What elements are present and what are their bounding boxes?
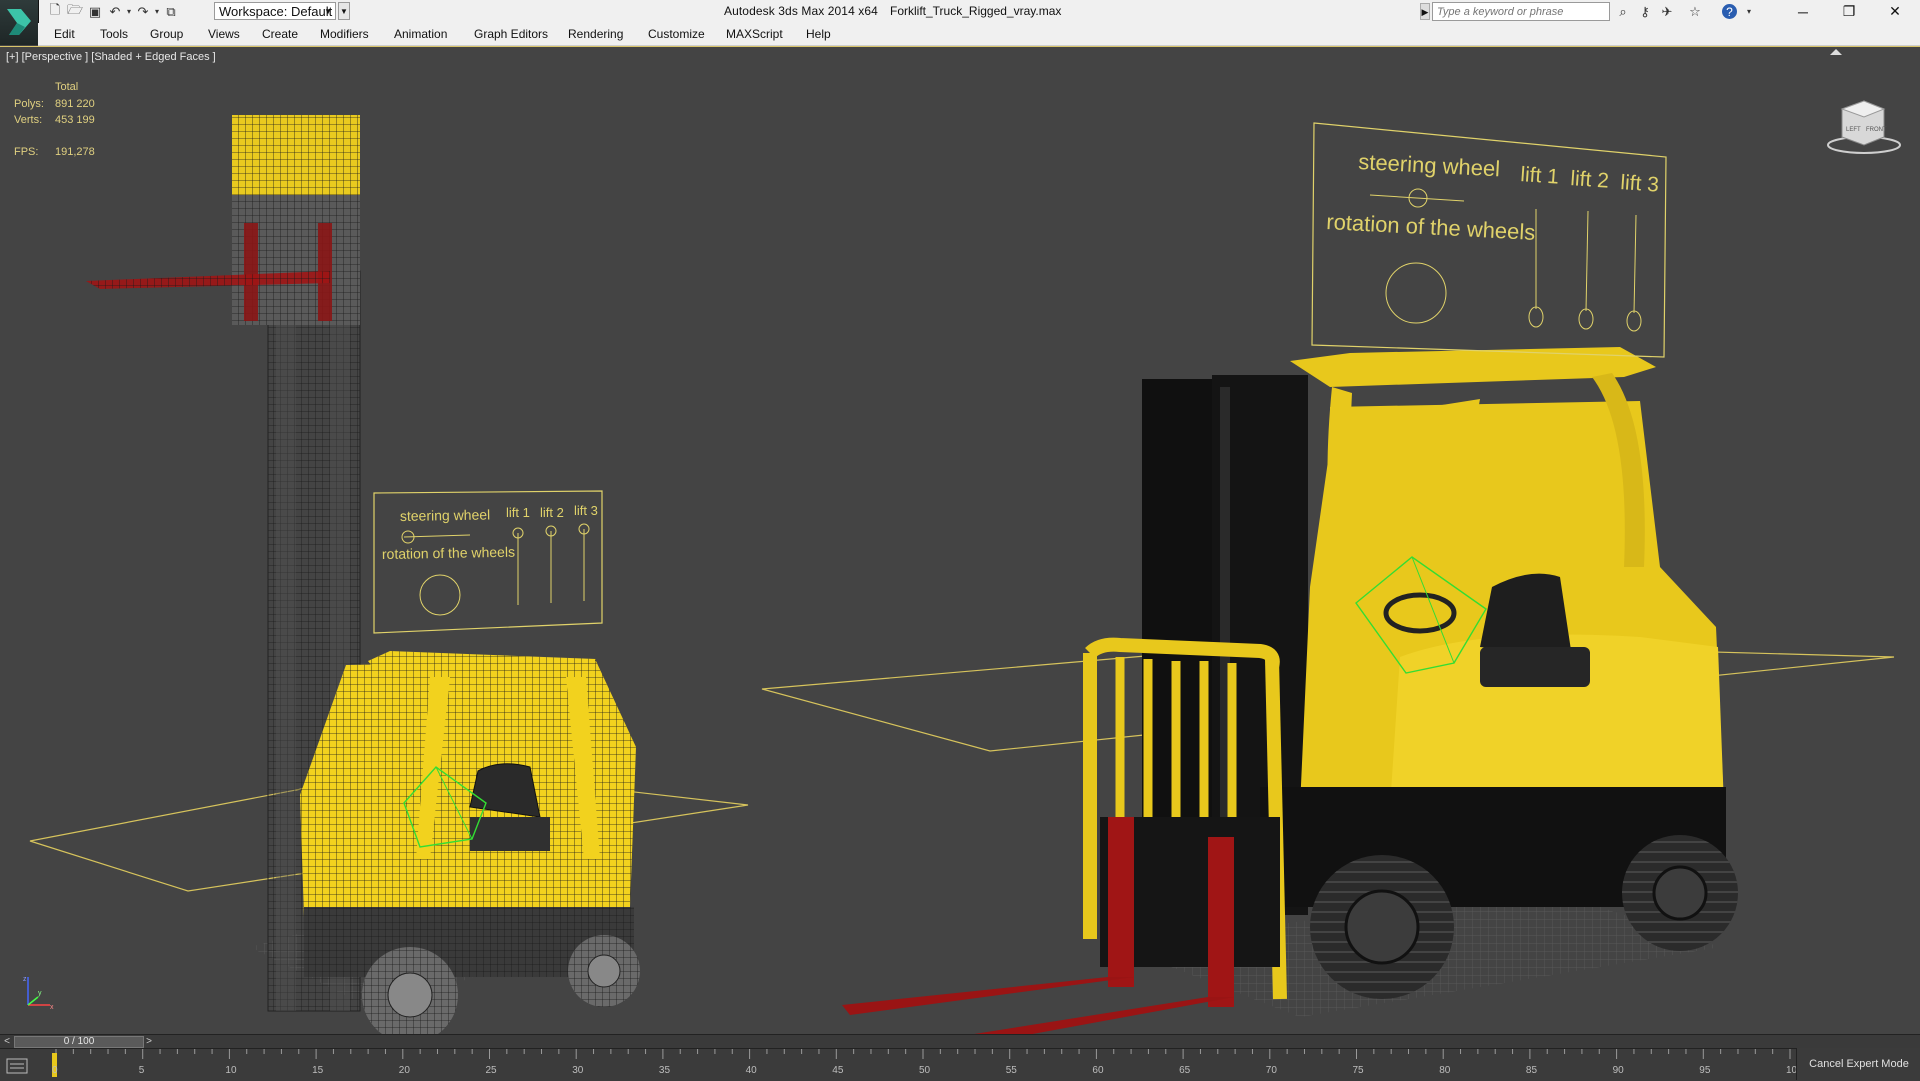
- menu-tools[interactable]: Tools: [100, 27, 128, 41]
- frame-tick-label: 50: [919, 1065, 931, 1076]
- menu-create[interactable]: Create: [262, 27, 298, 41]
- frame-tick-label: 5: [138, 1065, 145, 1076]
- track-bar[interactable]: 0 5 10 15 20 25 30 35 40 45 50 55 60 65 70 75 80 85 90 95 10…: [0, 1048, 1920, 1081]
- viewcube[interactable]: LEFT FRONT: [1822, 85, 1902, 165]
- project-icon[interactable]: ⧉: [162, 3, 180, 20]
- time-slider-thumb[interactable]: 0 / 100: [14, 1036, 144, 1048]
- menu-animation[interactable]: Animation: [394, 27, 447, 41]
- open-icon[interactable]: 🗁: [66, 2, 84, 20]
- viewcube-front-label: FRONT: [1866, 127, 1887, 133]
- menu-graph-editors[interactable]: Graph Editors: [474, 27, 548, 41]
- minimize-button[interactable]: ─: [1780, 0, 1826, 23]
- control-panel-large[interactable]: steering wheel rotation of the wheels li…: [1311, 122, 1667, 358]
- large-lift3-slider[interactable]: [1626, 310, 1642, 332]
- viewcube-left-label: LEFT: [1846, 127, 1861, 133]
- save-icon[interactable]: ▣: [86, 3, 104, 20]
- menu-modifiers[interactable]: Modifiers: [320, 27, 369, 41]
- frame-tick-label: 65: [1179, 1065, 1191, 1076]
- small-lift3-label: lift 3: [574, 503, 598, 518]
- menu-group[interactable]: Group: [150, 27, 183, 41]
- small-rotation-knob[interactable]: [419, 574, 461, 616]
- time-slider-bar: < 0 / 100 >: [0, 1034, 1920, 1049]
- frame-tick-label: 30: [572, 1065, 584, 1076]
- app-logo-button[interactable]: [0, 0, 39, 45]
- menu-help[interactable]: Help: [806, 27, 831, 41]
- small-steering-label: steering wheel: [400, 506, 491, 524]
- time-prev-button[interactable]: <: [0, 1035, 14, 1049]
- help-dropdown-icon[interactable]: ▾: [1740, 3, 1758, 20]
- large-lift1-label: lift 1: [1520, 163, 1560, 189]
- workspace-label: Workspace: Default: [219, 4, 333, 19]
- max-logo-icon: [7, 9, 31, 35]
- control-panel-small[interactable]: steering wheel rotation of the wheels li…: [373, 490, 603, 634]
- perspective-viewport[interactable]: [+] [Perspective ] [Shaded + Edged Faces…: [0, 46, 1920, 1034]
- large-lift2-label: lift 2: [1570, 167, 1610, 193]
- frame-tick-label: 35: [658, 1065, 671, 1076]
- frame-tick-label: 95: [1699, 1065, 1711, 1076]
- app-title: Autodesk 3ds Max 2014 x64: [724, 4, 878, 18]
- frame-tick-label: 10: [225, 1065, 237, 1076]
- menu-customize[interactable]: Customize: [648, 27, 705, 41]
- menu-rendering[interactable]: Rendering: [568, 27, 623, 41]
- menu-views[interactable]: Views: [208, 27, 240, 41]
- mini-curve-editor-icon[interactable]: [6, 1057, 28, 1075]
- frame-tick-label: 55: [1005, 1065, 1017, 1076]
- frame-tick-label: 70: [1265, 1065, 1277, 1076]
- large-lift2-slider[interactable]: [1578, 308, 1594, 330]
- binoculars-icon[interactable]: ⌕: [1614, 3, 1632, 20]
- small-rotation-label: rotation of the wheels: [382, 544, 515, 562]
- small-lift2-label: lift 2: [540, 505, 564, 520]
- frame-tick-label: 85: [1525, 1065, 1538, 1076]
- large-rotation-label: rotation of the wheels: [1326, 209, 1536, 245]
- frame-tick-label: 20: [398, 1065, 410, 1076]
- frame-tick-label: 75: [1352, 1065, 1364, 1076]
- large-lift1-slider[interactable]: [1528, 306, 1544, 328]
- menu-edit[interactable]: Edit: [54, 27, 75, 41]
- frame-tick-label: 45: [832, 1065, 844, 1076]
- frame-tick-label: 60: [1092, 1065, 1104, 1076]
- satellite-icon[interactable]: ✈: [1658, 3, 1676, 20]
- small-lift1-label: lift 1: [506, 505, 530, 520]
- frame-tick-label: 40: [745, 1065, 757, 1076]
- large-rotation-knob[interactable]: [1385, 262, 1447, 324]
- frame-tick-label: 80: [1439, 1065, 1451, 1076]
- axis-tripod-icon: z x y: [23, 976, 54, 1011]
- search-input[interactable]: [1432, 2, 1610, 21]
- axis-y-label: y: [38, 990, 42, 997]
- frame-tick-label: 15: [312, 1065, 324, 1076]
- workspace-selector[interactable]: Workspace: Default ▼: [214, 2, 336, 20]
- frame-tick-label: 25: [485, 1065, 497, 1076]
- axis-z-label: z: [23, 976, 27, 983]
- frame-tick-label: 0: [52, 1065, 58, 1076]
- help-icon[interactable]: ?: [1722, 4, 1737, 19]
- chevron-down-icon: ▼: [324, 7, 332, 16]
- menu-maxscript[interactable]: MAXScript: [726, 27, 783, 41]
- workspace-dropdown-button[interactable]: ▼: [338, 2, 350, 20]
- wireframe-forklift[interactable]: [29, 115, 749, 1034]
- search-expand-button[interactable]: ▶: [1420, 3, 1430, 20]
- viewcube-home-icon[interactable]: [1830, 49, 1842, 55]
- axis-x-label: x: [50, 1004, 54, 1011]
- new-icon[interactable]: 🗋: [46, 2, 64, 20]
- large-steering-label: steering wheel: [1358, 149, 1501, 181]
- star-icon[interactable]: ☆: [1686, 3, 1704, 20]
- file-title: Forklift_Truck_Rigged_vray.max: [890, 4, 1062, 18]
- menu-bar: Edit Tools Group Views Create Modifiers …: [38, 23, 1920, 46]
- shaded-forklift[interactable]: [761, 347, 1895, 1034]
- title-bar: 🗋 🗁 ▣ ↶ ▾ ↷ ▾ ⧉ Workspace: Default ▼ ▼ A…: [0, 0, 1920, 23]
- key-icon[interactable]: ⚷: [1636, 3, 1654, 20]
- large-lift3-label: lift 3: [1620, 171, 1660, 197]
- cancel-expert-mode-button[interactable]: Cancel Expert Mode: [1796, 1048, 1920, 1080]
- restore-button[interactable]: ❐: [1826, 0, 1872, 23]
- scene-canvas[interactable]: steering wheel rotation of the wheels li…: [0, 47, 1920, 1034]
- time-next-button[interactable]: >: [142, 1035, 156, 1049]
- frame-tick-label: 90: [1612, 1065, 1624, 1076]
- close-button[interactable]: ✕: [1872, 0, 1918, 23]
